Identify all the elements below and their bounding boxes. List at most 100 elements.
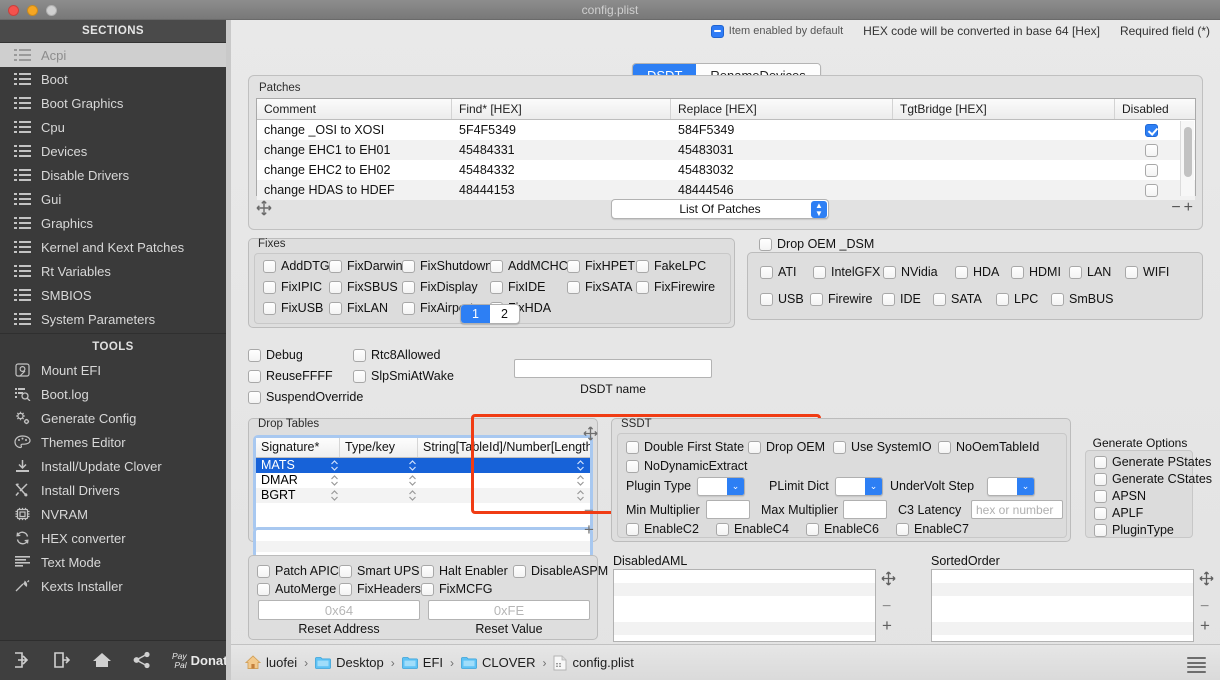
gen-aplf-toggle[interactable]: APLF — [1094, 506, 1143, 520]
slpsmiatwake-checkbox[interactable] — [353, 369, 366, 383]
nodynamicextract-checkbox[interactable] — [626, 459, 639, 473]
enablec6-checkbox[interactable] — [806, 522, 819, 536]
sidebar-item-smbios[interactable]: SMBIOS — [0, 283, 226, 307]
sidebar-item-boot-graphics[interactable]: Boot Graphics — [0, 91, 226, 115]
reuseffff-checkbox[interactable] — [248, 369, 261, 383]
disabled-aml-move-handle-icon[interactable] — [881, 571, 896, 586]
apic-fixmcfg-toggle[interactable]: FixMCFG — [421, 582, 492, 596]
sidebar-item-devices[interactable]: Devices — [0, 139, 226, 163]
tool-item-hex-converter[interactable]: HEX converter — [0, 526, 226, 550]
plugin-type-select[interactable]: ⌄ — [697, 477, 745, 496]
sidebar-item-rt-variables[interactable]: Rt Variables — [0, 259, 226, 283]
sorted-order-list[interactable] — [931, 569, 1194, 642]
debug-toggle[interactable]: Debug — [248, 348, 303, 362]
apic-checkbox[interactable] — [421, 582, 434, 596]
patch-replace[interactable]: 45483032 — [671, 163, 893, 177]
gen-plugintype-toggle[interactable]: PluginType — [1094, 523, 1174, 537]
drop-oem-toggle[interactable]: Drop OEM — [748, 440, 825, 454]
col-replace[interactable]: Replace [HEX] — [671, 99, 893, 119]
drop-oem-dsm-toggle[interactable]: Drop OEM _DSM — [759, 237, 874, 251]
min-multiplier-input[interactable] — [706, 500, 750, 519]
dsm-nvidia-toggle[interactable]: NVidia — [883, 265, 938, 279]
stepper-icon[interactable] — [408, 474, 417, 487]
col-string-tableid[interactable]: String[TableId]/Number[Length] — [418, 438, 590, 457]
fix-fixsata-checkbox[interactable] — [567, 280, 580, 294]
apic-checkbox[interactable] — [339, 564, 352, 578]
fix-fixlan-toggle[interactable]: FixLAN — [329, 301, 388, 315]
export-icon[interactable] — [52, 651, 72, 671]
sidebar-item-acpi[interactable]: Acpi — [0, 43, 226, 67]
col-disabled[interactable]: Disabled — [1115, 99, 1195, 119]
dsm-lpc-checkbox[interactable] — [996, 292, 1009, 306]
enablec2-checkbox[interactable] — [626, 522, 639, 536]
drop-oem-checkbox[interactable] — [748, 440, 761, 454]
patch-find[interactable]: 45484331 — [452, 143, 671, 157]
patch-replace[interactable]: 48444546 — [671, 183, 893, 197]
dsm-ide-toggle[interactable]: IDE — [882, 292, 921, 306]
fix-fakelpc-checkbox[interactable] — [636, 259, 649, 273]
dsm-ati-checkbox[interactable] — [760, 265, 773, 279]
dsm-usb-toggle[interactable]: USB — [760, 292, 804, 306]
drop-oem-dsm-checkbox[interactable] — [759, 237, 772, 251]
gen-generate-cstates-toggle[interactable]: Generate CStates — [1094, 472, 1212, 486]
patch-replace[interactable]: 584F5349 — [671, 123, 893, 137]
nodynamicextract-toggle[interactable]: NoDynamicExtract — [626, 459, 748, 473]
drop-table-value[interactable] — [422, 458, 590, 473]
gen-generate-pstates-toggle[interactable]: Generate PStates — [1094, 455, 1211, 469]
dsm-wifi-toggle[interactable]: WIFI — [1125, 265, 1169, 279]
drop-table-empty-row[interactable] — [256, 503, 590, 518]
col-find[interactable]: Find* [HEX] — [452, 99, 671, 119]
dsm-smbus-checkbox[interactable] — [1051, 292, 1064, 306]
fix-fixshutdown-toggle[interactable]: FixShutdown — [402, 259, 492, 273]
dsm-ide-checkbox[interactable] — [882, 292, 895, 306]
drop-table-row[interactable]: DMAR — [256, 473, 590, 488]
breadcrumb-item-config-plist[interactable]: config.plist — [553, 655, 634, 671]
stepper-icon[interactable] — [576, 474, 585, 487]
gen-checkbox[interactable] — [1094, 523, 1107, 537]
fix-fixipic-checkbox[interactable] — [263, 280, 276, 294]
patch-find[interactable]: 5F4F5349 — [452, 123, 671, 137]
disabled-aml-add-button[interactable]: + — [882, 617, 892, 634]
drop-table-row[interactable]: MATS — [256, 458, 590, 473]
fix-fixsbus-toggle[interactable]: FixSBUS — [329, 280, 398, 294]
use-systemio-toggle[interactable]: Use SystemIO — [833, 440, 932, 454]
apic-checkbox[interactable] — [257, 582, 270, 596]
stepper-icon[interactable] — [576, 459, 585, 472]
apic-smart-ups-toggle[interactable]: Smart UPS — [339, 564, 420, 578]
drop-tables-remove-button[interactable]: − — [584, 502, 594, 519]
sidebar-item-disable-drivers[interactable]: Disable Drivers — [0, 163, 226, 187]
fix-fixusb-checkbox[interactable] — [263, 301, 276, 315]
gen-apsn-toggle[interactable]: APSN — [1094, 489, 1146, 503]
breadcrumb-item-efi[interactable]: EFI — [401, 655, 443, 670]
stepper-icon[interactable] — [408, 459, 417, 472]
gen-checkbox[interactable] — [1094, 472, 1107, 486]
patch-disabled-checkbox[interactable] — [1145, 143, 1158, 157]
add-patch-button[interactable]: + — [1184, 199, 1196, 216]
gen-checkbox[interactable] — [1094, 489, 1107, 503]
dsm-sata-checkbox[interactable] — [933, 292, 946, 306]
fix-fixusb-toggle[interactable]: FixUSB — [263, 301, 323, 315]
apic-fixheaders-toggle[interactable]: FixHeaders — [339, 582, 421, 596]
patches-row[interactable]: change _OSI to XOSI 5F4F5349 584F5349 — [257, 120, 1195, 140]
sidebar-item-gui[interactable]: Gui — [0, 187, 226, 211]
enablec4-checkbox[interactable] — [716, 522, 729, 536]
patch-find[interactable]: 45484332 — [452, 163, 671, 177]
patch-disabled-checkbox[interactable] — [1145, 123, 1158, 137]
tool-item-text-mode[interactable]: Text Mode — [0, 550, 226, 574]
enablec4-toggle[interactable]: EnableC4 — [716, 522, 789, 536]
drop-table-typekey[interactable] — [344, 458, 421, 473]
tool-item-themes-editor[interactable]: Themes Editor — [0, 430, 226, 454]
col-comment[interactable]: Comment — [257, 99, 452, 119]
fix-adddtgp-toggle[interactable]: AddDTGP — [263, 259, 338, 273]
patch-disabled-checkbox[interactable] — [1145, 163, 1158, 177]
reuseffff-toggle[interactable]: ReuseFFFF — [248, 369, 333, 383]
move-handle-icon[interactable] — [256, 200, 272, 216]
fix-addmchc-checkbox[interactable] — [490, 259, 503, 273]
enablec7-toggle[interactable]: EnableC7 — [896, 522, 969, 536]
dsm-nvidia-checkbox[interactable] — [883, 265, 896, 279]
dsm-intelgfx-toggle[interactable]: IntelGFX — [813, 265, 880, 279]
drop-table-typekey[interactable] — [344, 488, 421, 503]
sidebar-item-system-parameters[interactable]: System Parameters — [0, 307, 226, 331]
tool-item-mount-efi[interactable]: Mount EFI — [0, 358, 226, 382]
nooemtableid-checkbox[interactable] — [938, 440, 951, 454]
